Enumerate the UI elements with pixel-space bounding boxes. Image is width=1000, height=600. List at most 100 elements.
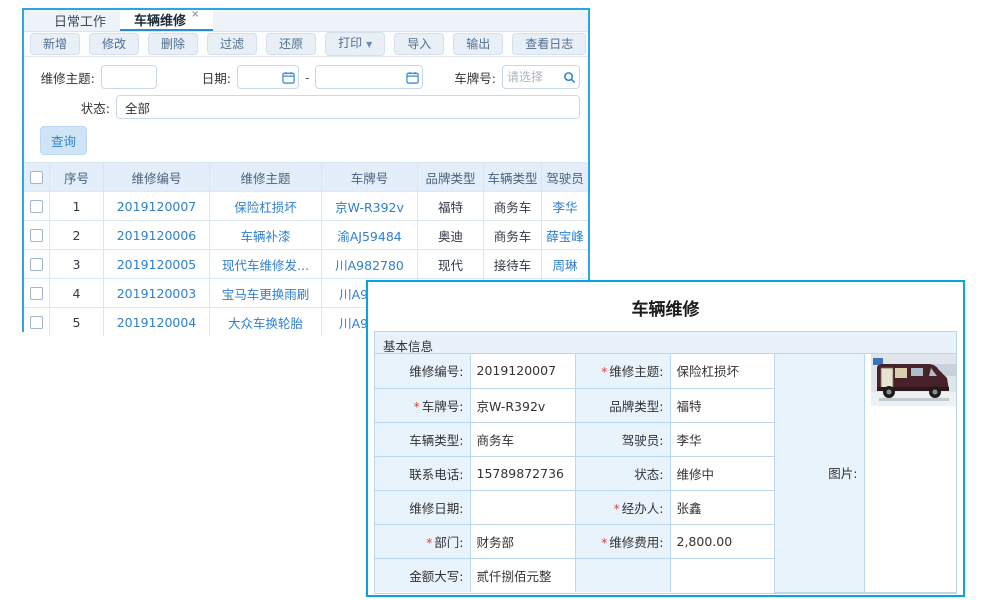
- filter-row-1: 维修主题: 日期: - 车牌号:: [32, 63, 580, 91]
- repair-subject-link[interactable]: 现代车维修发...: [210, 250, 322, 278]
- required-mark: *: [426, 536, 432, 550]
- repair-code-link[interactable]: 2019120003: [104, 279, 210, 307]
- field-value: 2019120007: [470, 354, 575, 388]
- col-header-brand[interactable]: 品牌类型: [418, 163, 484, 191]
- driver-link[interactable]: 薛宝峰: [542, 221, 588, 249]
- subject-filter-label: 维修主题:: [32, 68, 95, 87]
- edit-button[interactable]: 修改: [89, 33, 139, 55]
- detail-table: *维修编号: 2019120007 *维修主题: 保险杠损坏 图片:: [375, 354, 956, 593]
- date-filter-label: 日期:: [157, 68, 231, 87]
- col-header-plate[interactable]: 车牌号: [322, 163, 418, 191]
- repair-code-link[interactable]: 2019120007: [104, 192, 210, 220]
- tab-daily-work[interactable]: 日常工作: [40, 10, 120, 31]
- required-mark: *: [614, 502, 620, 516]
- required-mark: *: [601, 536, 607, 550]
- vehicle-photo: [871, 354, 957, 406]
- field-label: 维修编号:: [409, 364, 463, 379]
- row-checkbox[interactable]: [30, 287, 43, 300]
- field-label: 维修主题:: [609, 364, 663, 379]
- calendar-icon[interactable]: [406, 71, 419, 84]
- field-label: 品牌类型:: [609, 399, 663, 414]
- field-label: 联系电话:: [409, 467, 463, 482]
- view-log-button[interactable]: 查看日志: [512, 33, 586, 55]
- search-icon[interactable]: [563, 71, 576, 84]
- row-checkbox[interactable]: [30, 229, 43, 242]
- export-button[interactable]: 输出: [453, 33, 503, 55]
- field-label: 金额大写:: [409, 569, 463, 584]
- col-header-type[interactable]: 车辆类型: [484, 163, 542, 191]
- tab-bar: 日常工作 车辆维修 ×: [24, 10, 588, 32]
- driver-link[interactable]: 李华: [542, 192, 588, 220]
- status-selected-value: 全部: [125, 98, 150, 117]
- desktop: 日常工作 车辆维修 × 新增 修改 删除 过滤 还原 打印▼ 导入 输出 查看日…: [0, 0, 1000, 600]
- plate-filter-label: 车牌号:: [423, 68, 496, 87]
- plate-link[interactable]: 京W-R392v: [322, 192, 418, 220]
- col-header-code[interactable]: 维修编号: [104, 163, 210, 191]
- row-checkbox[interactable]: [30, 258, 43, 271]
- detail-row: *维修编号: 2019120007 *维修主题: 保险杠损坏 图片:: [375, 354, 956, 388]
- tab-label: 车辆维修: [134, 10, 186, 29]
- field-label: 驾驶员:: [622, 433, 664, 448]
- add-button[interactable]: 新增: [30, 33, 80, 55]
- repair-code-link[interactable]: 2019120005: [104, 250, 210, 278]
- tab-vehicle-repair[interactable]: 车辆维修 ×: [120, 10, 213, 31]
- search-filters: 维修主题: 日期: - 车牌号:: [24, 57, 588, 160]
- field-value: 京W-R392v: [470, 388, 575, 422]
- chevron-down-icon: ▼: [366, 40, 372, 49]
- vehicle-photo-cell: [864, 354, 956, 592]
- select-all-checkbox[interactable]: [30, 171, 43, 184]
- field-value: 福特: [670, 388, 774, 422]
- field-value: 商务车: [470, 422, 575, 456]
- repair-code-link[interactable]: 2019120004: [104, 308, 210, 336]
- field-value: 张鑫: [670, 490, 774, 524]
- driver-link[interactable]: 周琳: [542, 250, 588, 278]
- plate-link[interactable]: 川A982780: [322, 250, 418, 278]
- date-range-separator: -: [305, 70, 310, 85]
- col-header-driver[interactable]: 驾驶员: [542, 163, 588, 191]
- detail-title: 车辆维修: [368, 282, 963, 331]
- field-label: 状态:: [634, 467, 663, 482]
- delete-button[interactable]: 删除: [148, 33, 198, 55]
- required-mark: *: [414, 400, 420, 414]
- table-row[interactable]: 1 2019120007 保险杠损坏 京W-R392v 福特 商务车 李华: [24, 191, 588, 220]
- plate-link[interactable]: 渝AJ59484: [322, 221, 418, 249]
- field-value: 维修中: [670, 456, 774, 490]
- field-label: 部门:: [434, 535, 463, 550]
- repair-subject-link[interactable]: 大众车换轮胎: [210, 308, 322, 336]
- table-row[interactable]: 3 2019120005 现代车维修发... 川A982780 现代 接待车 周…: [24, 249, 588, 278]
- field-value: 2,800.00: [670, 524, 774, 558]
- subject-filter-input[interactable]: [101, 65, 157, 89]
- basic-info-header: 基本信息: [375, 332, 956, 354]
- row-checkbox[interactable]: [30, 316, 43, 329]
- toolbar: 新增 修改 删除 过滤 还原 打印▼ 导入 输出 查看日志: [24, 32, 588, 57]
- close-icon[interactable]: ×: [191, 9, 199, 20]
- calendar-icon[interactable]: [282, 71, 295, 84]
- field-value: [470, 490, 575, 524]
- status-select[interactable]: 全部: [116, 95, 580, 119]
- table-header-row: 序号 维修编号 维修主题 车牌号 品牌类型 车辆类型 驾驶员: [24, 163, 588, 191]
- field-label: 维修费用:: [609, 535, 663, 550]
- row-checkbox[interactable]: [30, 200, 43, 213]
- field-value: [670, 558, 774, 592]
- restore-button[interactable]: 还原: [266, 33, 316, 55]
- repair-subject-link[interactable]: 保险杠损坏: [210, 192, 322, 220]
- image-field-label: 图片:: [774, 354, 864, 592]
- repair-subject-link[interactable]: 车辆补漆: [210, 221, 322, 249]
- table-row[interactable]: 2 2019120006 车辆补漆 渝AJ59484 奥迪 商务车 薛宝峰: [24, 220, 588, 249]
- col-header-no[interactable]: 序号: [50, 163, 104, 191]
- print-button[interactable]: 打印▼: [325, 32, 385, 56]
- vehicle-repair-detail-window: 车辆维修 基本信息 *维修编号: 2019120007 *维修主题: 保险杠损坏…: [366, 280, 965, 597]
- filter-button[interactable]: 过滤: [207, 33, 257, 55]
- repair-subject-link[interactable]: 宝马车更换雨刷: [210, 279, 322, 307]
- col-header-subject[interactable]: 维修主题: [210, 163, 322, 191]
- import-button[interactable]: 导入: [394, 33, 444, 55]
- repair-code-link[interactable]: 2019120006: [104, 221, 210, 249]
- field-label: 维修日期:: [409, 501, 463, 516]
- field-label: 车牌号:: [422, 399, 464, 414]
- field-value: 保险杠损坏: [670, 354, 774, 388]
- query-button[interactable]: 查询: [40, 126, 87, 155]
- field-label: 经办人:: [622, 501, 664, 516]
- basic-info-section: 基本信息 *维修编号: 2019120007 *维修主题: 保险杠损坏 图片:: [374, 331, 957, 594]
- field-label: 车辆类型:: [409, 433, 463, 448]
- required-mark: *: [601, 365, 607, 379]
